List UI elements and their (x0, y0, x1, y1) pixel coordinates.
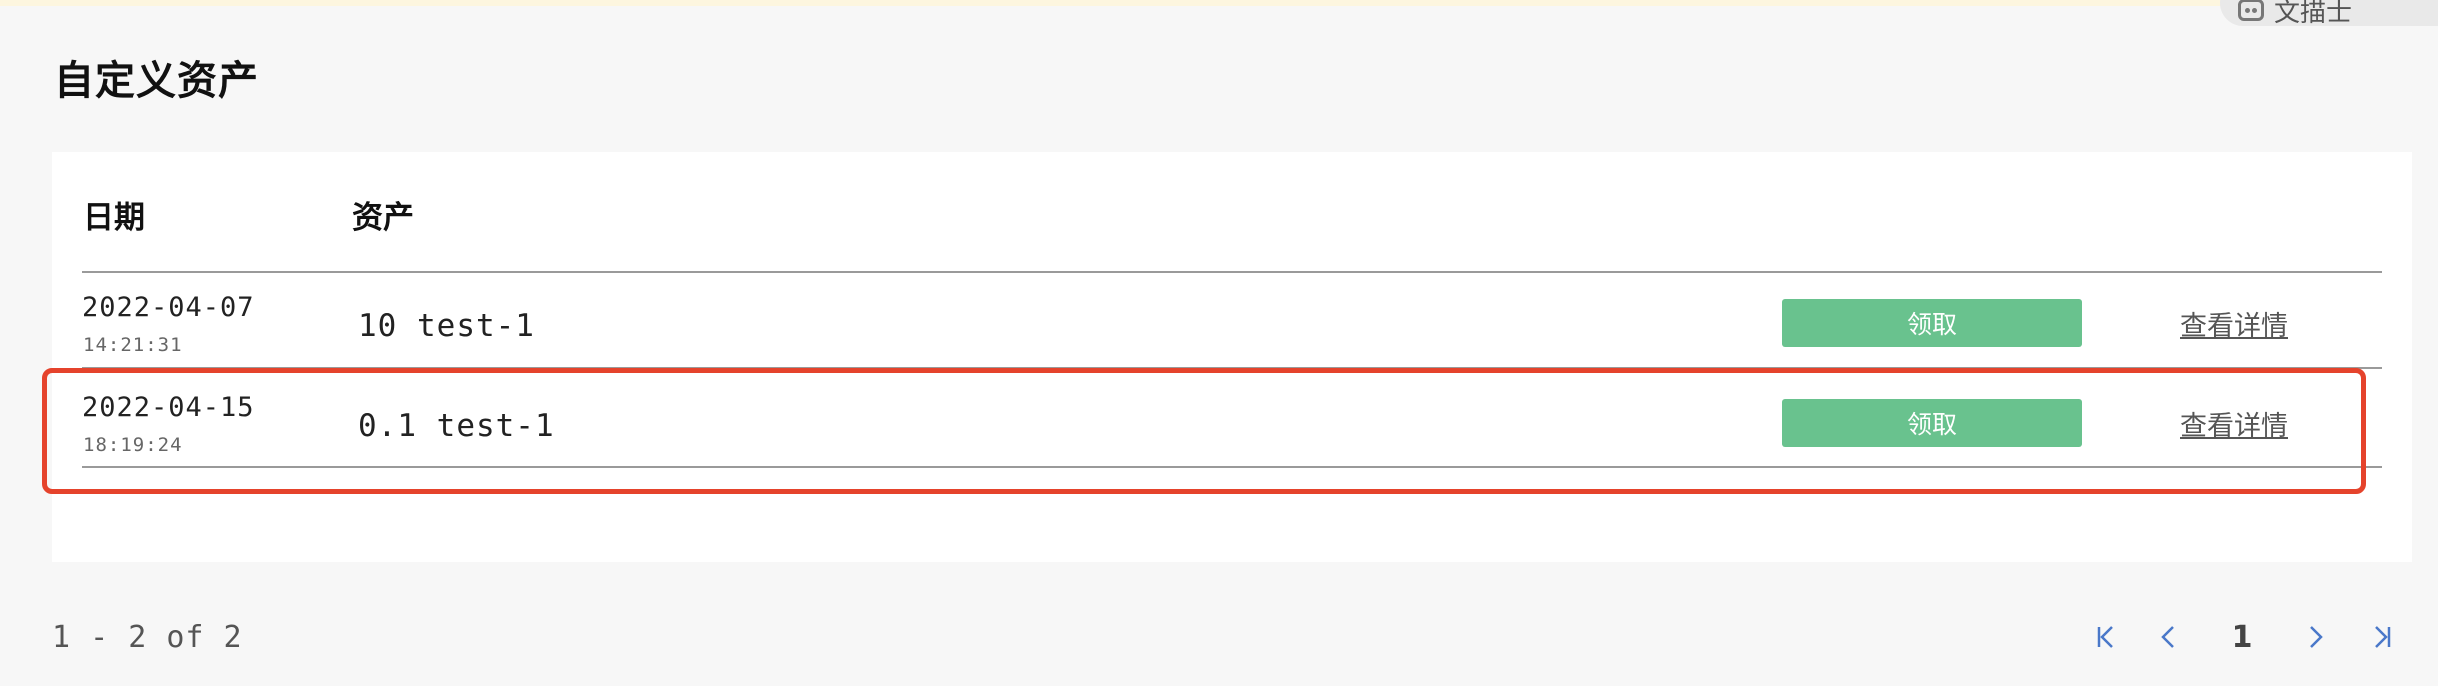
row-date: 2022-04-07 (82, 292, 255, 323)
corner-badge-label: 文描士 (2274, 0, 2353, 28)
table-row: 2022-04-07 14:21:31 10 test-1 领取 查看详情 (0, 272, 2438, 370)
view-details-link[interactable]: 查看详情 (2180, 304, 2288, 343)
claim-button[interactable]: 领取 (1782, 299, 2082, 347)
row-time: 18:19:24 (83, 434, 183, 456)
column-header-asset: 资产 (352, 200, 414, 236)
pagination-summary: 1 - 2 of 2 (52, 620, 243, 655)
top-notice-strip (0, 0, 2438, 6)
robot-icon (2238, 0, 2264, 21)
last-page-icon (2375, 626, 2391, 648)
row-divider (82, 466, 2382, 468)
current-page-number[interactable]: 1 (2226, 615, 2258, 659)
row-asset: 10 test-1 (358, 308, 535, 344)
table-row: 2022-04-15 18:19:24 0.1 test-1 领取 查看详情 (0, 372, 2438, 470)
first-page-button[interactable] (2090, 615, 2122, 659)
row-time: 14:21:31 (83, 334, 183, 356)
prev-page-button[interactable] (2152, 615, 2184, 659)
next-page-icon (2310, 626, 2323, 648)
next-page-button[interactable] (2300, 615, 2332, 659)
column-header-date: 日期 (83, 200, 145, 236)
corner-badge[interactable]: 文描士 (2220, 0, 2438, 28)
first-page-icon (2097, 626, 2113, 648)
row-date: 2022-04-15 (82, 392, 255, 423)
page-title: 自定义资产 (54, 58, 259, 104)
row-asset: 0.1 test-1 (358, 408, 555, 444)
claim-button[interactable]: 领取 (1782, 399, 2082, 447)
row-divider (82, 367, 2382, 369)
last-page-button[interactable] (2366, 615, 2398, 659)
view-details-link[interactable]: 查看详情 (2180, 404, 2288, 443)
prev-page-icon (2161, 626, 2174, 648)
